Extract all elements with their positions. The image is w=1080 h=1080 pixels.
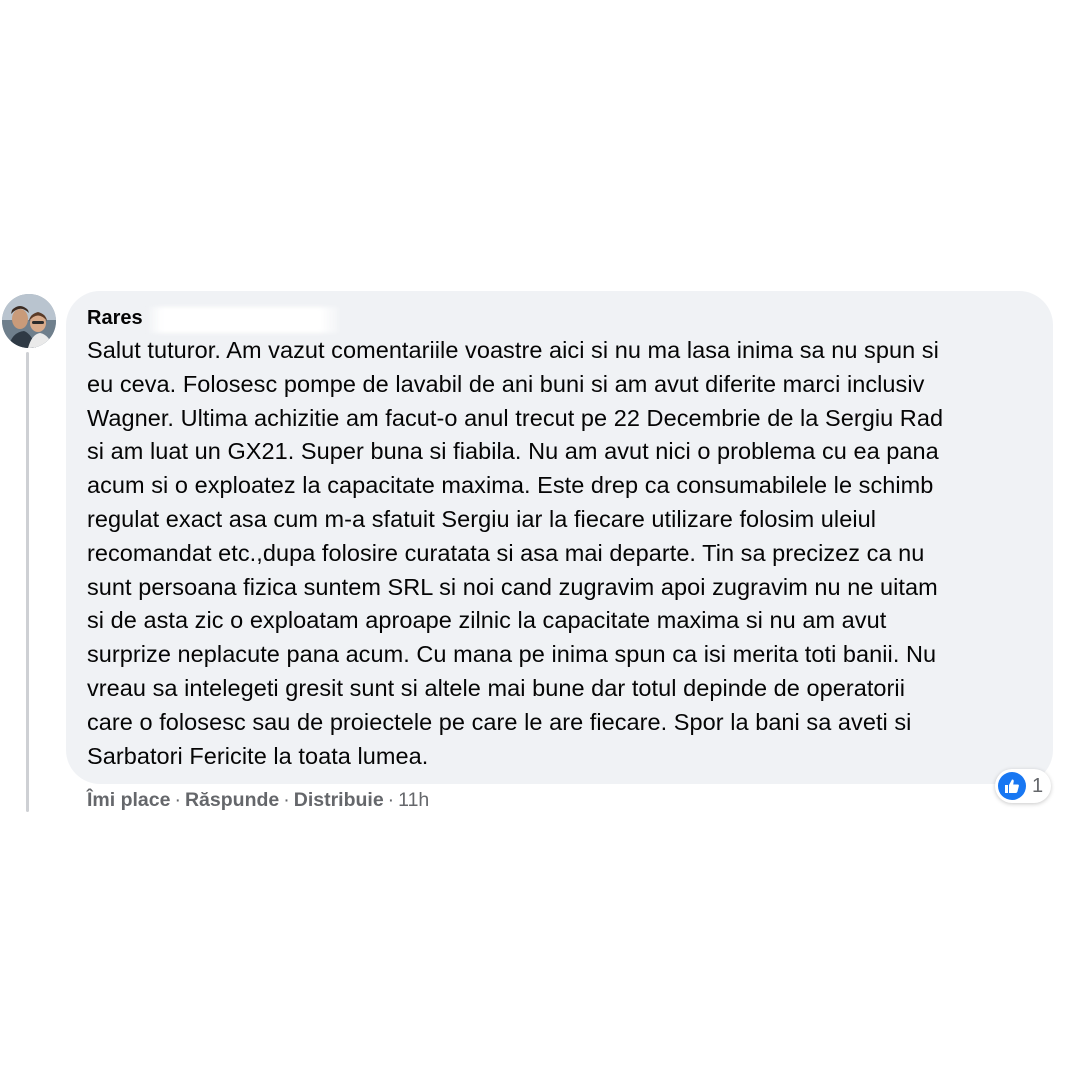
comment-line: Wagner. Ultima achizitie am facut-o anul…	[87, 404, 944, 431]
comment-line: eu ceva. Folosesc pompe de lavabil de an…	[87, 370, 925, 397]
comment-line: Sarbatori Fericite la toata lumea.	[87, 742, 429, 769]
separator: ·	[387, 789, 395, 811]
comment-line: surprize neplacute pana acum. Cu mana pe…	[87, 641, 937, 668]
comment-line: care o folosesc sau de proiectele pe car…	[87, 708, 912, 735]
comment-timestamp[interactable]: 11h	[398, 789, 429, 811]
comment-text: Salut tuturor. Am vazut comentariile voa…	[87, 334, 1031, 773]
comment-line: Salut tuturor. Am vazut comentariile voa…	[87, 337, 939, 363]
comment-line: si de asta zic o exploatam aproape zilni…	[87, 607, 887, 634]
avatar-photo	[2, 294, 56, 348]
thumbs-up-icon	[1005, 779, 1019, 793]
comment-bubble: Rares Salut tuturor. Am vazut comentarii…	[66, 291, 1053, 784]
comment-line: recomandat etc.,dupa folosire curatata s…	[87, 539, 925, 566]
reaction-count: 1	[1032, 774, 1044, 797]
reactions-summary[interactable]: 1	[995, 769, 1052, 803]
separator: ·	[283, 789, 290, 811]
comment-line: sunt persoana fizica suntem SRL si noi c…	[87, 573, 938, 600]
thread-line	[26, 352, 29, 812]
comment-line: vreau sa intelegeti gresit sunt si altel…	[87, 674, 905, 701]
like-button[interactable]: Îmi place	[87, 789, 170, 811]
separator: ·	[174, 789, 181, 811]
name-redaction	[147, 307, 339, 333]
comment-line: acum si o exploatez la capacitate maxima…	[87, 472, 934, 499]
comment-actions: Îmi place · Răspunde · Distribuie · 11h	[87, 786, 429, 814]
like-icon	[998, 772, 1026, 800]
comment-line: regulat exact asa cum m-a sfatuit Sergiu…	[87, 505, 876, 532]
reply-button[interactable]: Răspunde	[185, 789, 279, 811]
comment-line: si am luat un GX21. Super buna si fiabil…	[87, 438, 939, 465]
share-button[interactable]: Distribuie	[294, 789, 384, 811]
avatar[interactable]	[2, 294, 56, 348]
comment-author[interactable]: Rares	[87, 307, 143, 329]
